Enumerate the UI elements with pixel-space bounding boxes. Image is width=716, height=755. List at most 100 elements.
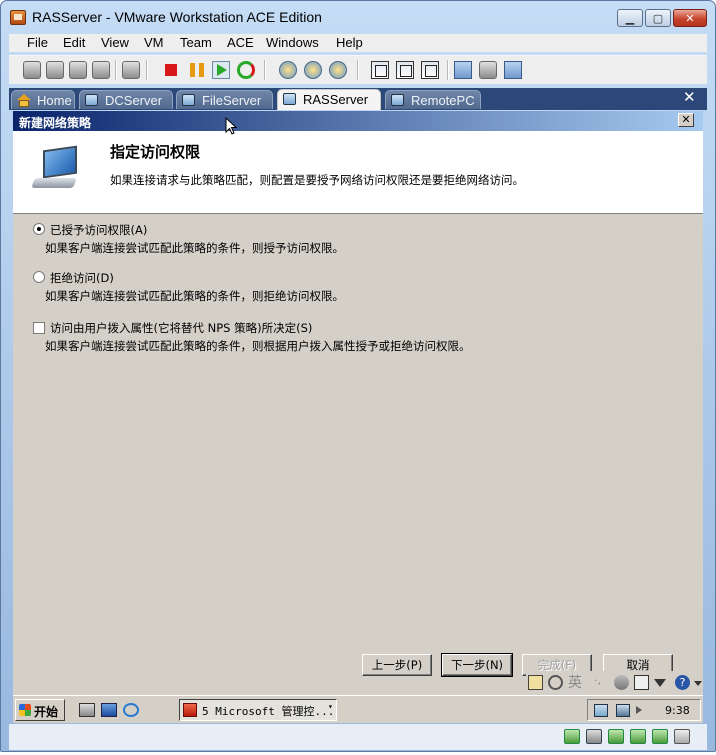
minimize-button[interactable]: ▁	[617, 9, 643, 27]
title-bar[interactable]: RASServer - VMware Workstation ACE Editi…	[1, 1, 715, 33]
hard-disk-icon[interactable]	[564, 729, 580, 744]
snapshot-icon[interactable]	[122, 61, 140, 79]
toolbar-separator	[146, 60, 148, 80]
restart-icon[interactable]	[237, 61, 255, 79]
tab-label: DCServer	[105, 93, 163, 108]
tab-fileserver[interactable]: FileServer	[176, 90, 273, 109]
window-title: RASServer - VMware Workstation ACE Editi…	[32, 9, 322, 25]
internet-explorer-icon[interactable]	[123, 703, 139, 717]
menu-edit[interactable]: Edit	[63, 35, 85, 50]
menu-help[interactable]: Help	[336, 35, 363, 50]
dialin-properties-label[interactable]: 访问由用户拨入属性(它将替代 NPS 策略)所决定(S)	[50, 320, 312, 336]
close-tab-icon[interactable]: ✕	[683, 88, 696, 106]
maximize-button[interactable]: ▢	[645, 9, 671, 27]
grant-access-label[interactable]: 已授予访问权限(A)	[50, 222, 147, 238]
revert-snapshot-icon[interactable]	[304, 61, 322, 79]
wizard-close-button[interactable]: ✕	[678, 113, 694, 127]
wizard-title-bar[interactable]: 新建网络策略 ✕	[13, 111, 703, 131]
vm-icon	[85, 94, 98, 106]
toolbar-separator	[447, 60, 449, 80]
grant-access-desc: 如果客户端连接尝试匹配此策略的条件，则授予访问权限。	[45, 241, 344, 255]
tab-label: RemotePC	[411, 93, 475, 108]
wizard-title: 新建网络策略	[19, 116, 92, 130]
server-manager-icon[interactable]	[79, 703, 95, 717]
status-bar	[9, 724, 707, 750]
menu-file[interactable]: File	[27, 35, 48, 50]
guest-taskbar: 开始 5 Microsoft 管理控... ▾ 9:38	[13, 695, 703, 723]
sidebar-view-icon[interactable]	[371, 61, 389, 79]
tab-label: RASServer	[303, 92, 369, 107]
start-label: 开始	[34, 705, 59, 719]
network-adapter-2-icon[interactable]	[630, 729, 646, 744]
wizard-heading: 指定访问权限	[110, 143, 201, 161]
network-error-icon[interactable]	[616, 704, 630, 717]
deny-access-desc: 如果客户端连接尝试匹配此策略的条件，则拒绝访问权限。	[45, 289, 344, 303]
snapshot-manager-icon[interactable]	[329, 61, 347, 79]
toolbox-icon	[183, 703, 197, 717]
tab-home[interactable]: Home	[11, 90, 75, 109]
gear-icon[interactable]	[614, 675, 629, 690]
usb-icon[interactable]	[652, 729, 668, 744]
home-icon	[17, 94, 31, 107]
power-on-icon[interactable]	[69, 61, 87, 79]
system-tray: 9:38	[587, 699, 701, 721]
menu-team[interactable]: Team	[180, 35, 212, 50]
options-caret-icon[interactable]	[654, 679, 666, 687]
cdrom-icon[interactable]	[586, 729, 602, 744]
network-adapter-icon[interactable]	[608, 729, 624, 744]
close-button[interactable]: ✕	[673, 9, 707, 27]
menu-view[interactable]: View	[101, 35, 129, 50]
input-method-icon[interactable]	[528, 675, 543, 690]
clock: 9:38	[665, 704, 690, 717]
next-button[interactable]: 下一步(N)	[441, 653, 513, 677]
dialin-properties-checkbox[interactable]	[33, 322, 45, 334]
vm-icon	[391, 94, 404, 106]
take-snapshot-icon[interactable]	[279, 61, 297, 79]
tab-dcserver[interactable]: DCServer	[79, 90, 173, 109]
windows-logo-icon	[19, 704, 31, 716]
language-english-icon[interactable]: 英	[568, 672, 588, 691]
menu-vm[interactable]: VM	[144, 35, 164, 50]
appliance-view-icon[interactable]	[504, 61, 522, 79]
pause-icon[interactable]	[190, 63, 204, 77]
show-desktop-icon[interactable]	[101, 703, 117, 717]
power-off-icon[interactable]	[23, 61, 41, 79]
deny-access-radio[interactable]	[33, 271, 45, 283]
vmware-app-icon	[10, 10, 26, 25]
language-bar: 英 ·, ?	[526, 671, 703, 693]
toolbar-separator	[357, 60, 359, 80]
soft-keyboard-icon[interactable]	[634, 675, 649, 690]
back-button[interactable]: 上一步(P)	[362, 654, 432, 676]
wizard-subtext: 如果连接请求与此策略匹配，则配置是要授予网络访问权限还是要拒绝网络访问。	[110, 173, 524, 187]
fullscreen-icon[interactable]	[396, 61, 414, 79]
menu-ace[interactable]: ACE	[227, 35, 254, 50]
start-button[interactable]: 开始	[15, 699, 65, 721]
volume-icon[interactable]	[636, 706, 642, 714]
deny-access-label[interactable]: 拒绝访问(D)	[50, 270, 114, 286]
console-view-icon[interactable]	[479, 61, 497, 79]
vmware-window: RASServer - VMware Workstation ACE Editi…	[0, 0, 716, 752]
guest-console[interactable]: 新建网络策略 ✕ 指定访问权限 如果连接请求与此策略匹配，则配置是要授予网络访问…	[13, 111, 703, 723]
taskbar-item-label: 5 Microsoft 管理控...	[202, 705, 335, 718]
help-icon[interactable]: ?	[675, 675, 690, 690]
suspend-icon[interactable]	[46, 61, 64, 79]
message-log-icon[interactable]	[674, 729, 690, 744]
play-icon[interactable]	[212, 61, 230, 79]
vm-tab-strip: Home DCServer FileServer RASServer Remot…	[9, 88, 707, 110]
network-icon[interactable]	[594, 704, 608, 717]
tab-rasserver[interactable]: RASServer	[277, 89, 381, 110]
stop-icon[interactable]	[163, 62, 179, 78]
reset-icon[interactable]	[92, 61, 110, 79]
minimize-langbar-icon[interactable]	[694, 681, 702, 686]
tab-remotepc[interactable]: RemotePC	[385, 90, 481, 109]
quick-switch-icon[interactable]	[421, 61, 439, 79]
vm-icon	[283, 93, 296, 105]
menu-windows[interactable]: Windows	[266, 35, 319, 50]
punctuation-icon[interactable]: ·,	[594, 674, 609, 689]
taskbar-item-mmc[interactable]: 5 Microsoft 管理控... ▾	[179, 699, 337, 721]
tab-label: FileServer	[202, 93, 262, 108]
summary-view-icon[interactable]	[454, 61, 472, 79]
grant-access-radio[interactable]	[33, 223, 45, 235]
no-entry-icon[interactable]	[548, 675, 563, 690]
toolbar-separator	[115, 60, 117, 80]
